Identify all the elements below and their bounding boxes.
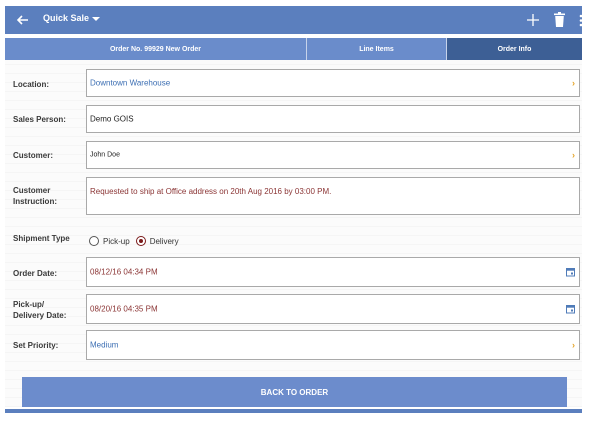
customer-value: John Doe: [90, 151, 120, 159]
more-menu-icon[interactable]: [579, 14, 583, 27]
customer-instruction-value: Requested to ship at Office address on 2…: [90, 187, 332, 196]
customer-label: Customer:: [13, 151, 54, 160]
bottom-divider: [5, 409, 582, 413]
pickup-label: Pick-up: [103, 236, 130, 246]
priority-field[interactable]: Medium ›: [86, 330, 580, 360]
tab-line-items[interactable]: Line Items: [307, 38, 447, 60]
pickup-date-label-line1: Pick-up/: [13, 300, 45, 309]
location-value: Downtown Warehouse: [90, 78, 171, 88]
sales-person-label: Sales Person:: [13, 115, 66, 124]
delivery-radio[interactable]: [135, 236, 146, 246]
chevron-right-icon: ›: [572, 150, 575, 160]
location-label: Location:: [13, 80, 49, 89]
chevron-right-icon: ›: [572, 78, 575, 88]
calendar-icon[interactable]: [566, 268, 575, 277]
app-bar: Quick Sale: [5, 6, 583, 34]
customer-instruction-field[interactable]: Requested to ship at Office address on 2…: [86, 177, 580, 215]
back-to-order-button[interactable]: BACK TO ORDER: [22, 377, 567, 407]
customer-field[interactable]: John Doe ›: [86, 141, 580, 169]
pickup-option[interactable]: Pick-up: [89, 236, 130, 246]
pickup-date-label-line2: Delivery Date:: [13, 311, 67, 320]
customer-instruction-label-line2: Instruction:: [13, 197, 57, 206]
order-date-value: 08/12/16 04:34 PM: [90, 267, 158, 277]
sales-person-value: Demo GOIS: [90, 114, 134, 124]
calendar-icon[interactable]: [566, 305, 575, 314]
shipment-type-label: Shipment Type: [13, 234, 70, 243]
chevron-right-icon: ›: [572, 340, 575, 350]
priority-value: Medium: [90, 340, 119, 350]
delivery-label: Delivery: [149, 236, 179, 246]
customer-instruction-label: Customer Instruction:: [13, 185, 57, 207]
delivery-option[interactable]: Delivery: [135, 236, 179, 246]
customer-instruction-label-line1: Customer: [13, 186, 51, 195]
order-info-form: Location: Downtown Warehouse › Sales Per…: [5, 60, 582, 407]
pickup-date-label: Pick-up/ Delivery Date:: [13, 299, 66, 321]
pickup-radio[interactable]: [89, 236, 99, 246]
tab-order[interactable]: Order No. 99929 New Order: [5, 38, 307, 60]
add-icon[interactable]: [526, 13, 540, 27]
app-title[interactable]: Quick Sale: [43, 13, 89, 23]
sales-person-field[interactable]: Demo GOIS: [86, 105, 580, 133]
back-arrow-icon[interactable]: [13, 10, 33, 30]
pickup-delivery-date-field[interactable]: 08/20/16 04:35 PM: [86, 294, 580, 324]
pickup-date-value: 08/20/16 04:35 PM: [90, 304, 158, 314]
shipment-type-radio-group: Pick-up Delivery: [89, 235, 185, 247]
order-date-label: Order Date:: [13, 269, 58, 278]
tab-bar: Order No. 99929 New Order Line Items Ord…: [5, 38, 582, 60]
location-field[interactable]: Downtown Warehouse ›: [86, 69, 580, 97]
dropdown-caret-icon[interactable]: [91, 14, 101, 24]
tab-order-info[interactable]: Order Info: [447, 38, 582, 60]
order-date-field[interactable]: 08/12/16 04:34 PM: [86, 257, 580, 287]
delete-icon[interactable]: [554, 12, 565, 27]
priority-label: Set Priority:: [13, 341, 59, 350]
